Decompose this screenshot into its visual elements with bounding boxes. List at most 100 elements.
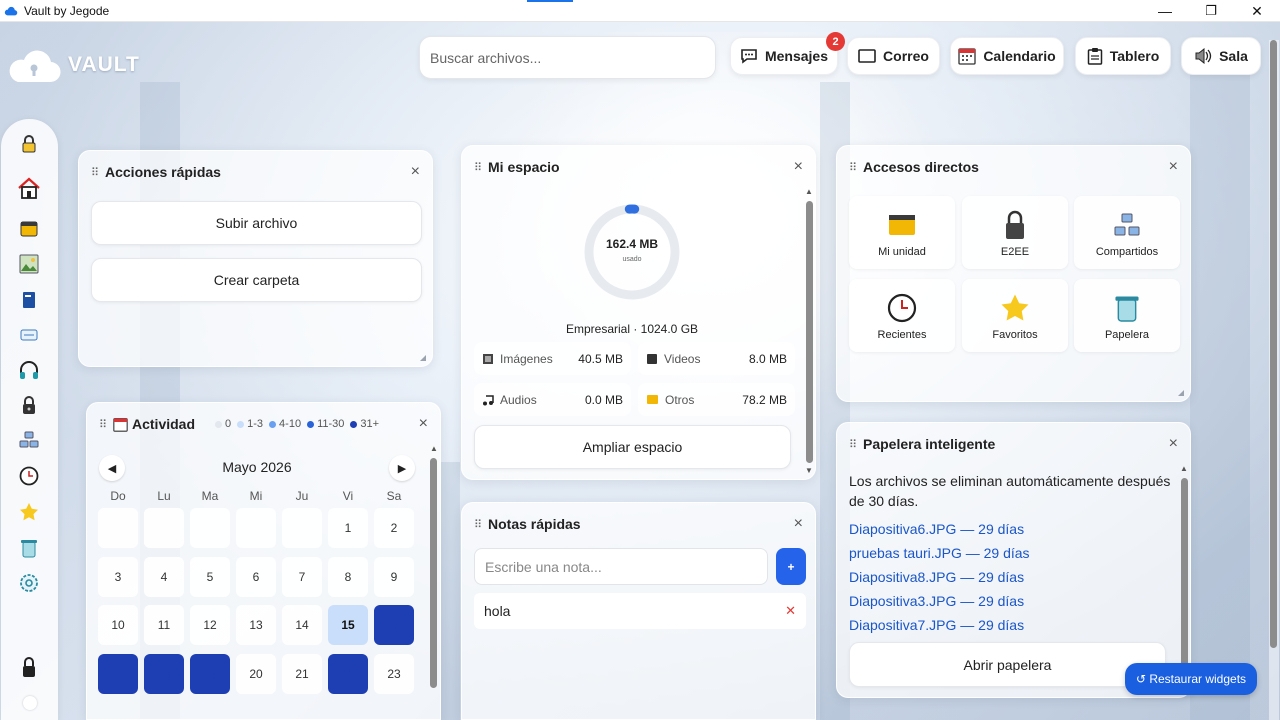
calendar-day[interactable]: 3 bbox=[98, 556, 138, 597]
calendar-day[interactable]: 12 bbox=[190, 605, 230, 645]
calendar-day[interactable]: 5 bbox=[190, 556, 230, 597]
shortcut-shared[interactable]: Compartidos bbox=[1074, 196, 1180, 269]
calendar-day[interactable]: 17 bbox=[98, 653, 138, 694]
resize-handle[interactable] bbox=[1178, 390, 1184, 396]
trash-icon bbox=[21, 540, 37, 558]
storage-used-label: usado bbox=[622, 256, 642, 263]
calendar-day[interactable]: 6 bbox=[236, 556, 276, 597]
shortcut-favorites[interactable]: Favoritos bbox=[962, 279, 1068, 352]
padlock-icon bbox=[22, 135, 36, 153]
weekday-label: Ju bbox=[295, 489, 309, 503]
next-month-button[interactable]: ▶ bbox=[389, 455, 415, 481]
search-input[interactable] bbox=[419, 36, 716, 79]
mail-button[interactable]: Correo bbox=[847, 37, 940, 75]
calendar-day[interactable]: 13 bbox=[236, 605, 276, 645]
drag-handle-icon[interactable]: ⠿ bbox=[474, 161, 488, 174]
scroll-down-arrow-icon[interactable]: ▼ bbox=[805, 466, 813, 475]
dashboard-button[interactable]: Tablero bbox=[1075, 37, 1171, 75]
calendar-day[interactable]: 11 bbox=[144, 605, 184, 645]
calendar-day[interactable]: 23 bbox=[374, 653, 414, 694]
calendar-day[interactable]: 18 bbox=[144, 653, 184, 694]
sidebar-settings-button[interactable] bbox=[16, 570, 42, 596]
headphones-icon bbox=[20, 361, 38, 379]
shortcut-recent[interactable]: Recientes bbox=[849, 279, 955, 352]
close-quick-actions-button[interactable]: × bbox=[411, 163, 420, 181]
drag-handle-icon[interactable]: ⠿ bbox=[474, 518, 488, 531]
scroll-up-arrow-icon[interactable]: ▲ bbox=[430, 444, 438, 453]
resize-handle[interactable] bbox=[420, 355, 426, 361]
calendar-day[interactable]: 10 bbox=[98, 605, 138, 645]
drag-handle-icon[interactable]: ⠿ bbox=[849, 161, 863, 174]
weekday-label: Mi bbox=[249, 489, 263, 503]
calendar-day[interactable]: 19 bbox=[190, 653, 230, 694]
drag-handle-icon[interactable]: ⠿ bbox=[91, 166, 105, 179]
scroll-up-arrow-icon[interactable]: ▲ bbox=[805, 187, 813, 196]
calendar-day[interactable]: 1 bbox=[328, 508, 368, 548]
close-window-button[interactable]: ✕ bbox=[1234, 0, 1280, 22]
sidebar-recent-button[interactable] bbox=[16, 463, 42, 489]
sidebar-home-button[interactable] bbox=[16, 175, 42, 201]
add-note-button[interactable]: + bbox=[776, 548, 806, 585]
restore-widgets-button[interactable]: ↺ Restaurar widgets bbox=[1125, 663, 1257, 695]
calendar-day[interactable]: 9 bbox=[374, 556, 414, 597]
sidebar-images-button[interactable] bbox=[16, 251, 42, 277]
speaker-icon bbox=[1195, 48, 1212, 64]
sidebar-video-button[interactable] bbox=[16, 322, 42, 348]
trash-file-link[interactable]: Diapositiva3.JPG — 29 días bbox=[849, 593, 1024, 609]
room-button[interactable]: Sala bbox=[1181, 37, 1261, 75]
note-input[interactable] bbox=[474, 548, 768, 585]
calendar-day[interactable]: 20 bbox=[236, 653, 276, 694]
shortcut-my-drive[interactable]: Mi unidad bbox=[849, 196, 955, 269]
sidebar-lock-button[interactable] bbox=[16, 131, 42, 157]
open-trash-button[interactable]: Abrir papelera bbox=[849, 642, 1166, 687]
trash-file-link[interactable]: Diapositiva6.JPG — 29 días bbox=[849, 521, 1024, 537]
calendar-day[interactable]: 8 bbox=[328, 556, 368, 597]
calendar-day[interactable]: 14 bbox=[282, 605, 322, 645]
drag-handle-icon[interactable]: ⠿ bbox=[99, 418, 113, 431]
create-folder-button[interactable]: Crear carpeta bbox=[91, 258, 422, 302]
delete-note-icon[interactable]: ✕ bbox=[785, 603, 796, 619]
storage-scrollbar[interactable] bbox=[806, 201, 813, 463]
drag-handle-icon[interactable]: ⠿ bbox=[849, 438, 863, 451]
sidebar-audio-button[interactable] bbox=[16, 357, 42, 383]
status-dot bbox=[23, 696, 37, 710]
close-smart-trash-button[interactable]: × bbox=[1169, 435, 1178, 453]
calendar-day[interactable]: 4 bbox=[144, 556, 184, 597]
close-storage-button[interactable]: × bbox=[794, 158, 803, 176]
trash-file-link[interactable]: pruebas tauri.JPG — 29 días bbox=[849, 545, 1030, 561]
calendar-day[interactable]: 16 bbox=[374, 605, 414, 645]
scroll-up-arrow-icon[interactable]: ▲ bbox=[1180, 464, 1188, 473]
sidebar-shared-button[interactable] bbox=[16, 427, 42, 453]
shortcut-trash[interactable]: Papelera bbox=[1074, 279, 1180, 352]
document-icon bbox=[23, 292, 35, 308]
close-shortcuts-button[interactable]: × bbox=[1169, 158, 1178, 176]
page-scrollbar[interactable] bbox=[1270, 40, 1277, 648]
sidebar-logout-button[interactable] bbox=[16, 654, 42, 680]
calendar-day[interactable]: 21 bbox=[282, 653, 322, 694]
note-text: hola bbox=[484, 603, 511, 619]
sidebar-trash-button[interactable] bbox=[16, 535, 42, 561]
close-notes-button[interactable]: × bbox=[794, 515, 803, 533]
maximize-button[interactable]: ❐ bbox=[1188, 0, 1234, 22]
sidebar-files-button[interactable] bbox=[16, 216, 42, 242]
shortcut-e2ee[interactable]: E2EE bbox=[962, 196, 1068, 269]
upload-file-button[interactable]: Subir archivo bbox=[91, 201, 422, 245]
sidebar-e2ee-button[interactable] bbox=[16, 392, 42, 418]
minimize-button[interactable]: — bbox=[1142, 0, 1188, 22]
smart-trash-scrollbar[interactable] bbox=[1181, 478, 1188, 693]
close-activity-button[interactable]: × bbox=[419, 415, 428, 433]
calendar-day[interactable]: 15 bbox=[328, 605, 368, 645]
sidebar-favorites-button[interactable] bbox=[16, 499, 42, 525]
trash-file-link[interactable]: Diapositiva8.JPG — 29 días bbox=[849, 569, 1024, 585]
calendar-day[interactable]: 2 bbox=[374, 508, 414, 548]
trash-file-link[interactable]: Diapositiva7.JPG — 29 días bbox=[849, 617, 1024, 633]
calendar-day[interactable]: 22 bbox=[328, 653, 368, 694]
expand-storage-button[interactable]: Ampliar espacio bbox=[474, 425, 791, 469]
smart-trash-description: Los archivos se eliminan automáticamente… bbox=[849, 473, 1171, 509]
folder-icon bbox=[647, 395, 658, 404]
sidebar-documents-button[interactable] bbox=[16, 287, 42, 313]
calendar-button[interactable]: Calendario bbox=[950, 37, 1064, 75]
activity-scrollbar[interactable] bbox=[430, 458, 437, 688]
messages-button[interactable]: Mensajes 2 bbox=[730, 32, 845, 75]
calendar-day[interactable]: 7 bbox=[282, 556, 322, 597]
